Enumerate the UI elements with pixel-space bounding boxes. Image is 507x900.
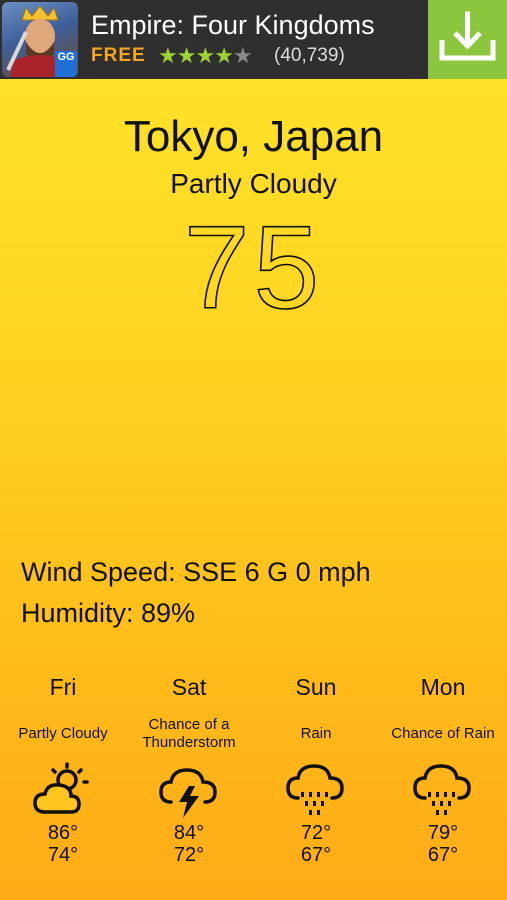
forecast-condition: Chance of a Thunderstorm <box>142 716 236 751</box>
humidity: Humidity: 89% <box>21 598 196 628</box>
star-icon: ★ <box>232 43 253 68</box>
ad-banner[interactable]: GG Empire: Four Kingdoms FREE ★★★★★ (40,… <box>0 0 507 79</box>
forecast-condition: Chance of Rain <box>391 725 495 742</box>
gg-badge: GG <box>55 51 77 77</box>
forecast-high: 79° <box>427 822 459 844</box>
forecast-day-name: Mon <box>420 674 466 700</box>
forecast-day-name: Sun <box>295 674 337 700</box>
forecast-day-mon: Mon Chance of Rain 79° 67° <box>380 672 506 866</box>
forecast-day-fri: Fri Partly Cloudy 86° 74° <box>0 672 126 866</box>
star-icon: ★ <box>195 43 215 68</box>
star-icon: ★ <box>158 43 178 68</box>
star-icon: ★ <box>176 43 197 68</box>
city-name: Tokyo, Japan <box>123 112 384 161</box>
partly-cloudy-icon <box>33 762 89 814</box>
forecast-high: 86° <box>47 822 79 844</box>
wind-speed: Wind Speed: SSE 6 G 0 mph <box>21 557 371 587</box>
forecast-low: 72° <box>173 844 205 866</box>
forecast-day-sat: Sat Chance of a Thunderstorm 84° 72° <box>126 672 252 866</box>
rating-stars: ★★★★★ <box>158 43 253 69</box>
ad-price: FREE <box>91 45 146 66</box>
forecast-condition: Partly Cloudy <box>18 725 108 742</box>
forecast-day-name: Fri <box>49 674 77 700</box>
ad-title[interactable]: Empire: Four Kingdoms <box>91 10 375 41</box>
current-condition: Partly Cloudy <box>170 168 337 199</box>
app-icon[interactable]: GG <box>2 2 78 77</box>
download-icon <box>439 11 496 61</box>
forecast-day-name: Sat <box>171 674 207 700</box>
forecast-condition: Rain <box>300 725 332 742</box>
rain-icon <box>286 764 344 815</box>
current-temperature: 75 <box>183 201 324 335</box>
star-icon: ★ <box>214 43 234 68</box>
download-button[interactable] <box>428 0 507 79</box>
forecast-high: 84° <box>173 822 205 844</box>
forecast-low: 74° <box>47 844 79 866</box>
forecast-low: 67° <box>300 844 332 866</box>
rating-count: (40,739) <box>274 45 345 66</box>
rain-icon <box>413 764 471 815</box>
thunderstorm-icon <box>159 768 217 818</box>
forecast-high: 72° <box>300 822 332 844</box>
forecast-low: 67° <box>427 844 459 866</box>
forecast-day-sun: Sun Rain 72° 67° <box>253 672 379 866</box>
